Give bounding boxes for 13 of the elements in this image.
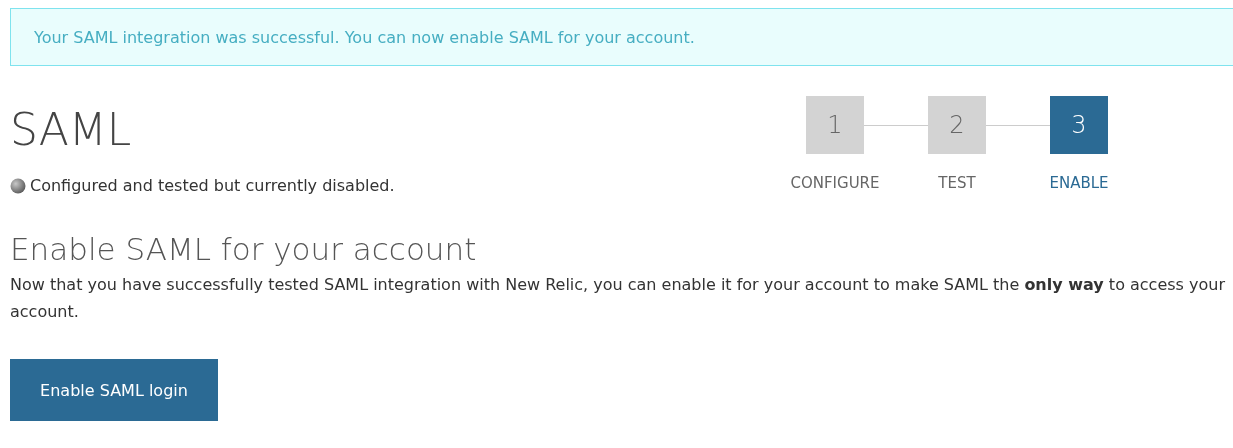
step-number: 2 <box>928 96 986 154</box>
section-description: Now that you have successfully tested SAML integration with New Relic, you can enable it for your account to make SAML the only way to access your account. <box>10 274 1225 323</box>
status-dot-icon <box>10 177 26 194</box>
status-text: Configured and tested but currently disabled. <box>30 176 395 195</box>
step-number: 1 <box>806 96 864 154</box>
page-title: SAML <box>10 104 133 156</box>
step-label: TEST <box>938 174 976 192</box>
enable-saml-button[interactable]: Enable SAML login <box>10 359 218 421</box>
section-heading: Enable SAML for your account <box>10 231 478 267</box>
step-label: ENABLE <box>1049 174 1109 192</box>
step-label: CONFIGURE <box>790 174 880 192</box>
success-banner: Your SAML integration was successful. You can now enable SAML for your account. <box>10 8 1233 66</box>
step-number: 3 <box>1050 96 1108 154</box>
